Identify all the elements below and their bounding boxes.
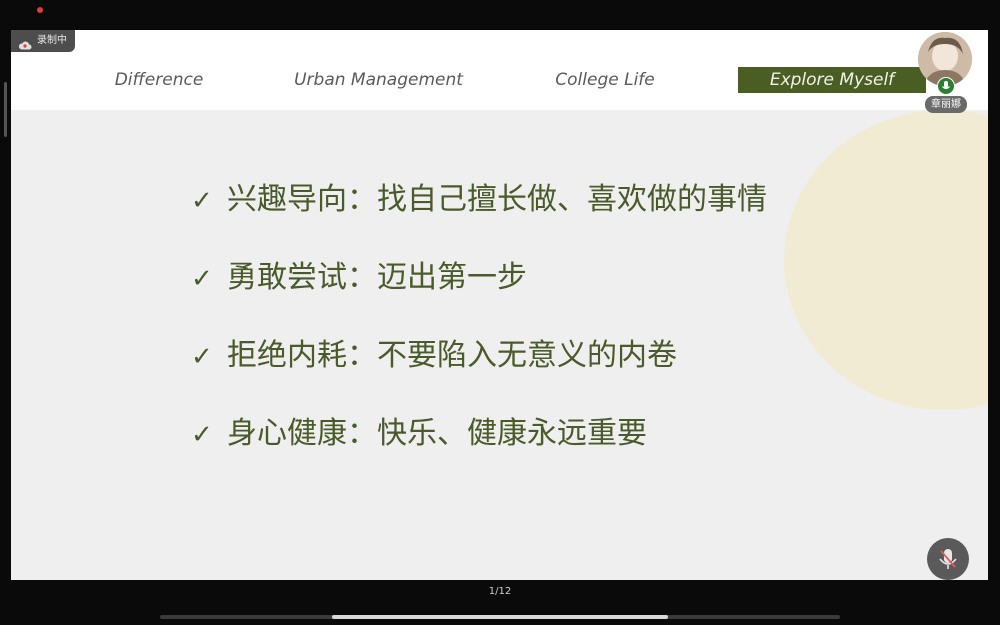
bullet-item: ✓ 拒绝内耗：不要陷入无意义的内卷 bbox=[191, 336, 677, 376]
nav-tab-difference: Difference bbox=[114, 70, 204, 90]
page-indicator: 1/12 bbox=[488, 586, 512, 597]
bullet-text: 身心健康：快乐、健康永远重要 bbox=[227, 416, 647, 451]
bullet-item: ✓ 勇敢尝试：迈出第一步 bbox=[191, 258, 527, 298]
decorative-circle bbox=[784, 110, 988, 410]
nav-tab-urban-management: Urban Management bbox=[294, 70, 463, 90]
bullet-text: 兴趣导向：找自己擅长做、喜欢做的事情 bbox=[227, 182, 767, 217]
microphone-off-button[interactable] bbox=[927, 538, 969, 580]
bullet-text: 拒绝内耗：不要陷入无意义的内卷 bbox=[227, 338, 677, 373]
nav-tab-college-life: College Life bbox=[555, 70, 655, 90]
checkmark-icon: ✓ bbox=[191, 186, 213, 216]
recording-badge[interactable]: 录制中 bbox=[11, 30, 75, 52]
recording-label: 录制中 bbox=[37, 35, 67, 46]
microphone-off-icon bbox=[927, 549, 969, 584]
checkmark-icon: ✓ bbox=[191, 342, 213, 372]
side-handle[interactable] bbox=[4, 82, 7, 137]
recording-indicator-dot bbox=[37, 7, 43, 13]
mic-active-icon bbox=[937, 77, 955, 95]
participant-name: 章丽娜 bbox=[925, 96, 967, 113]
bullet-item: ✓ 兴趣导向：找自己擅长做、喜欢做的事情 bbox=[191, 180, 767, 220]
checkmark-icon: ✓ bbox=[191, 420, 213, 450]
nav-tab-explore-myself: Explore Myself bbox=[738, 67, 926, 93]
checkmark-icon: ✓ bbox=[191, 264, 213, 294]
bullet-item: ✓ 身心健康：快乐、健康永远重要 bbox=[191, 414, 647, 454]
home-indicator[interactable] bbox=[332, 615, 668, 619]
cloud-icon bbox=[18, 37, 32, 59]
bullet-text: 勇敢尝试：迈出第一步 bbox=[227, 260, 527, 295]
presentation-slide: Difference Urban Management College Life… bbox=[11, 30, 988, 580]
